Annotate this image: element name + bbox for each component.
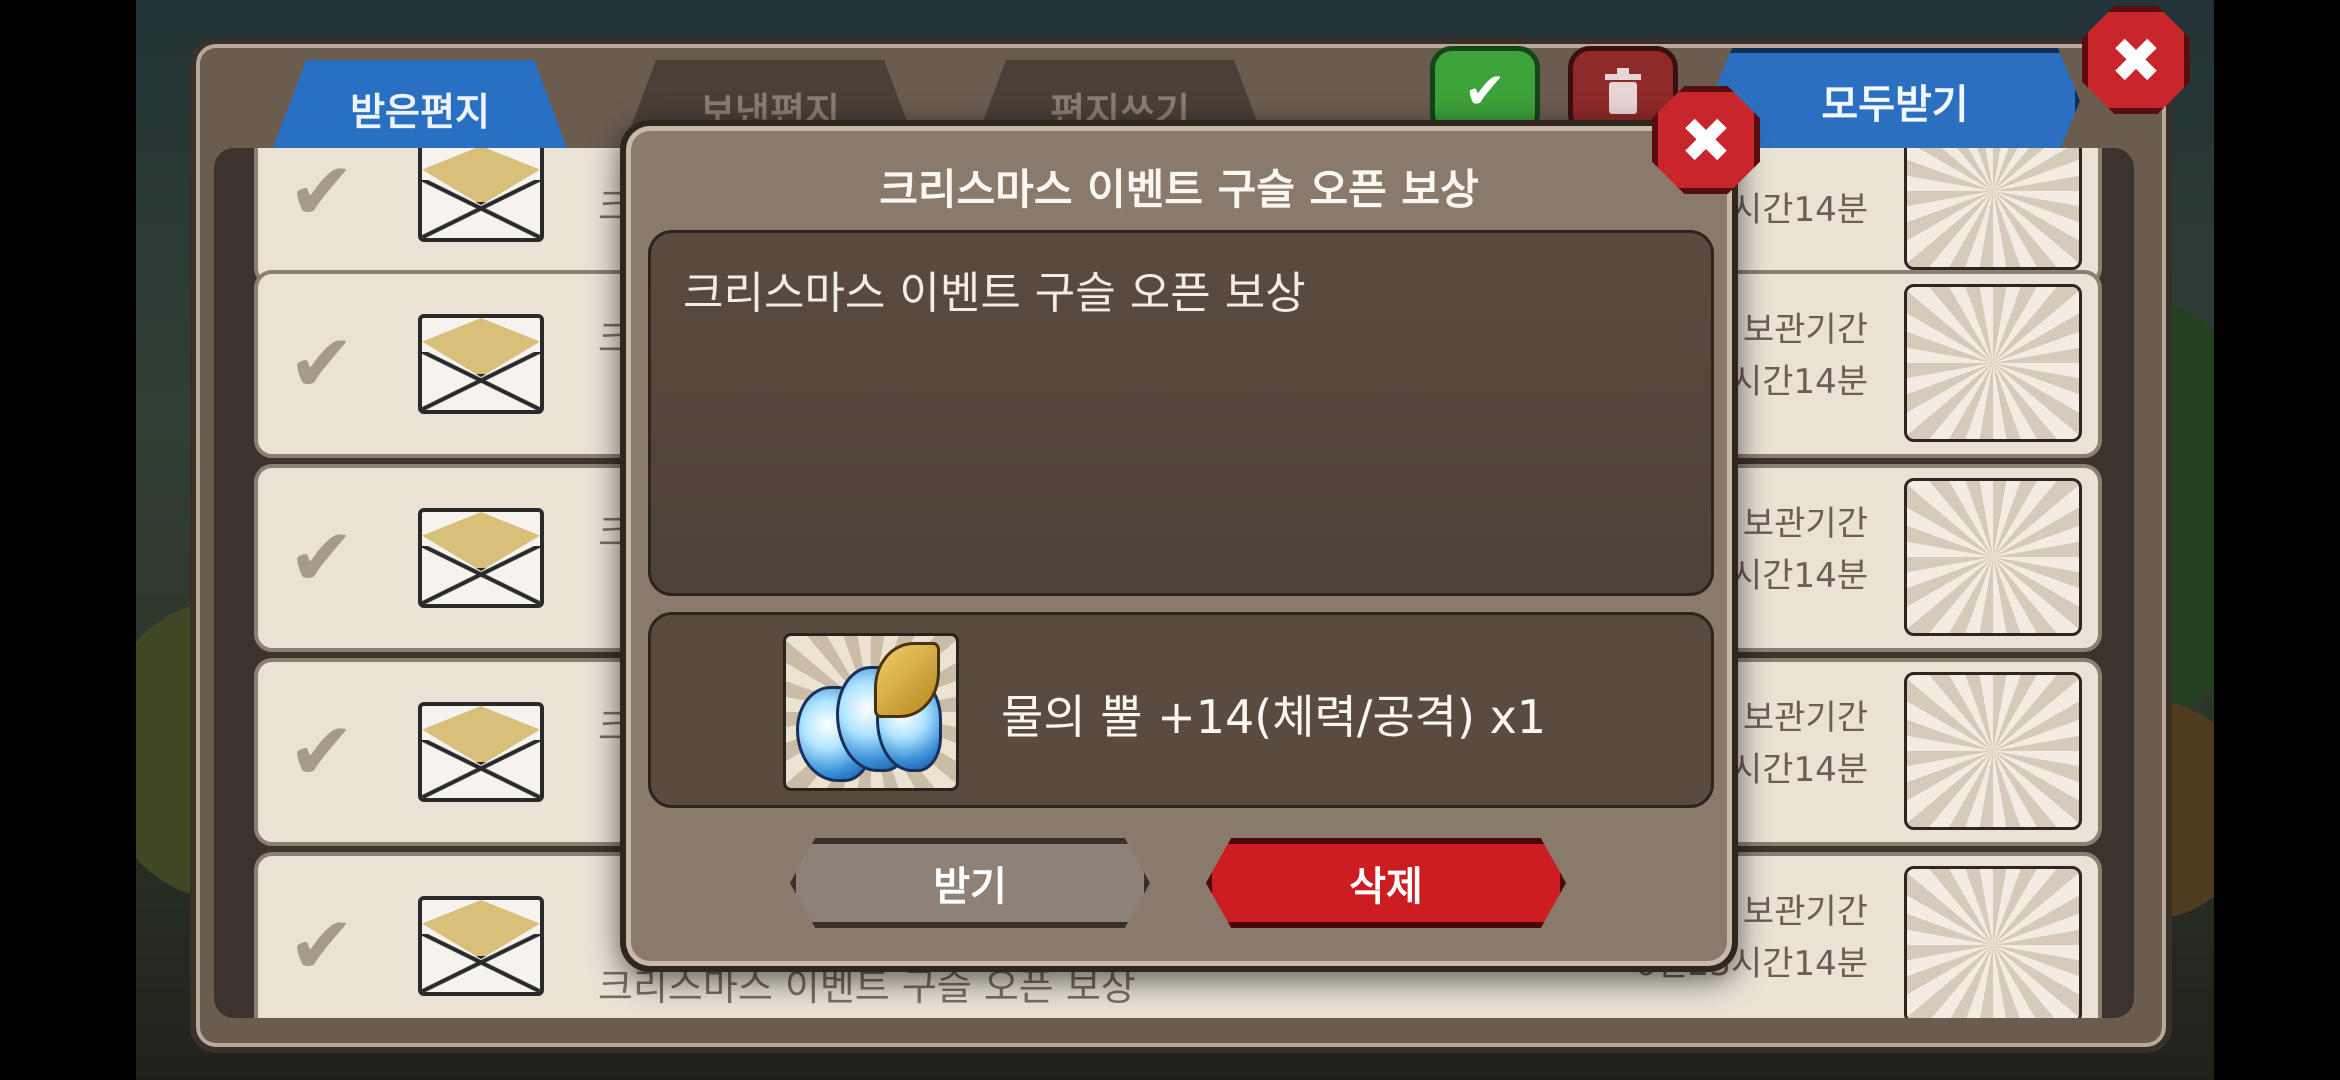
close-icon: ✖: [1680, 103, 1732, 177]
tab-received-mail[interactable]: 받은편지: [270, 60, 570, 156]
dialog-title: 크리스마스 이벤트 구슬 오픈 보상: [879, 165, 1479, 214]
envelope-icon: [418, 148, 544, 242]
message-text: 크리스마스 이벤트 구슬 오픈 보상: [683, 268, 1306, 319]
check-icon[interactable]: ✔: [288, 906, 355, 986]
reward-item-box: 물의 뿔 +14(체력/공격) x1: [648, 612, 1714, 808]
potion-icon: [1904, 866, 2082, 1018]
water-horn-icon: [783, 633, 959, 791]
envelope-icon: [418, 508, 544, 608]
delete-button[interactable]: 삭제: [1206, 838, 1566, 928]
check-icon[interactable]: ✔: [288, 518, 355, 598]
trash-icon: [1605, 68, 1641, 114]
water-horn-icon: [1904, 672, 2082, 830]
dark-beast-icon: [1904, 478, 2082, 636]
reward-dialog: 크리스마스 이벤트 구슬 오픈 보상 크리스마스 이벤트 구슬 오픈 보상 물의…: [620, 120, 1738, 972]
keep-period: 보관기간 시간14분: [1730, 310, 1868, 402]
check-icon: ✔: [1464, 62, 1506, 120]
receive-button[interactable]: 받기: [790, 838, 1150, 928]
check-icon[interactable]: ✔: [288, 712, 355, 792]
envelope-icon: [418, 314, 544, 414]
envelope-icon: [418, 896, 544, 996]
reward-item-text: 물의 뿔 +14(체력/공격) x1: [1001, 690, 1547, 744]
close-icon: ✖: [2110, 23, 2162, 97]
check-icon[interactable]: ✔: [288, 324, 355, 404]
keep-period: 보관기간 시간14분: [1730, 504, 1868, 596]
envelope-icon: [418, 702, 544, 802]
receive-all-button[interactable]: 모두받기: [1710, 48, 2080, 154]
sword-icon: [1904, 148, 2082, 270]
vase-icon: [1904, 284, 2082, 442]
check-icon[interactable]: ✔: [288, 152, 355, 232]
message-box: 크리스마스 이벤트 구슬 오픈 보상: [648, 230, 1714, 596]
keep-period: 보관기간 시간14분: [1730, 698, 1868, 790]
